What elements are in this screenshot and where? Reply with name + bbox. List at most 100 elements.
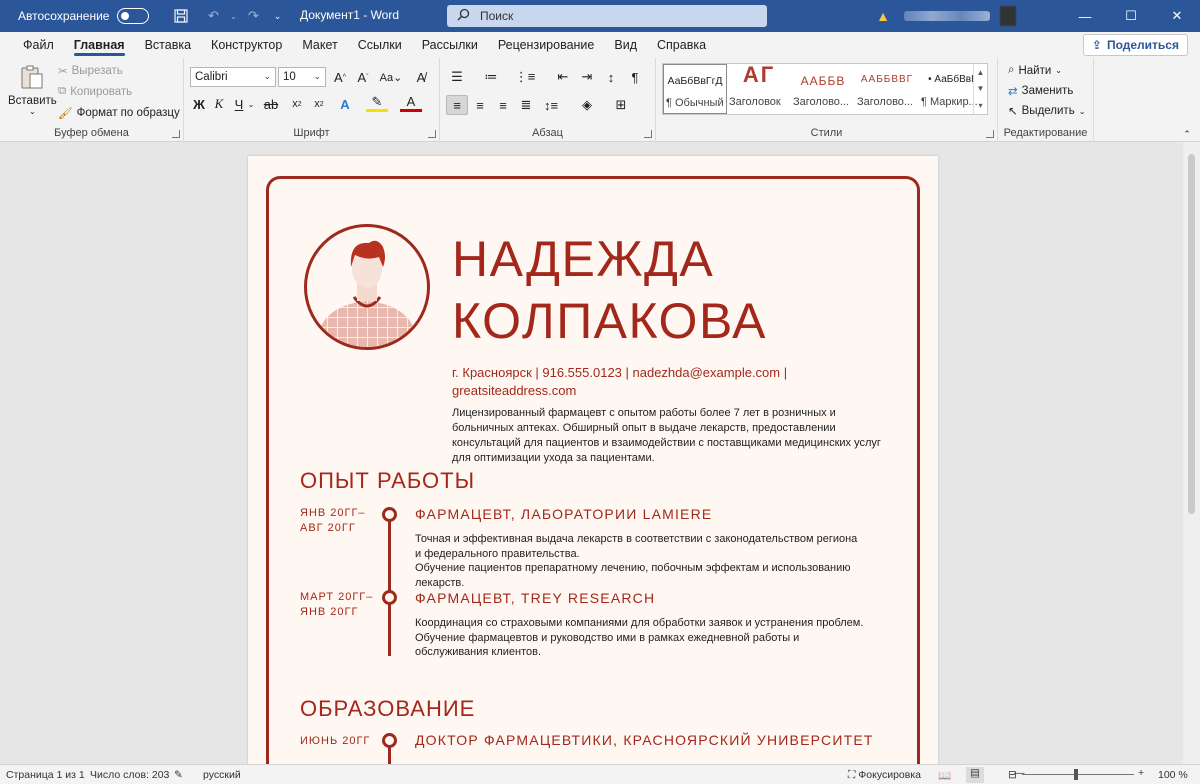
customize-toolbar-icon[interactable]: ⌄ — [269, 8, 285, 24]
tab-mailings[interactable]: Рассылки — [412, 32, 488, 58]
find-button[interactable]: ⌕ Найти ⌄ — [1008, 64, 1062, 77]
avatar[interactable] — [1000, 6, 1016, 26]
close-button[interactable]: ✕ — [1154, 0, 1200, 32]
highlight-icon[interactable]: ✎ — [366, 94, 388, 112]
page-count[interactable]: Страница 1 из 1 — [6, 769, 85, 781]
zoom-slider[interactable] — [1022, 774, 1134, 775]
collapse-ribbon-icon[interactable]: ⌃ — [1176, 124, 1198, 144]
resume-summary[interactable]: Лицензированный фармацевт с опытом работ… — [452, 406, 892, 466]
more-icon[interactable]: ▾ — [978, 101, 982, 110]
search-box[interactable] — [447, 5, 767, 27]
align-left-icon[interactable]: ≡ — [446, 95, 468, 115]
tab-review[interactable]: Рецензирование — [488, 32, 605, 58]
share-button[interactable]: ⇪ Поделиться — [1082, 34, 1188, 56]
subscript-icon[interactable]: x2 — [286, 94, 308, 114]
italic-icon[interactable]: К — [208, 94, 230, 114]
font-color-icon[interactable]: A — [400, 94, 422, 112]
shrink-font-icon[interactable]: Aˇ — [352, 67, 374, 87]
style-normal[interactable]: АаБбВвГгД ¶ Обычный — [663, 64, 727, 114]
proofing-icon[interactable]: ✎ — [174, 769, 183, 781]
scrollbar-thumb[interactable] — [1188, 154, 1195, 514]
paragraph-launcher-icon[interactable] — [644, 130, 652, 138]
strikethrough-icon[interactable]: ab — [260, 94, 282, 114]
bold-icon[interactable]: Ж — [188, 94, 210, 114]
tab-view[interactable]: Вид — [604, 32, 647, 58]
tab-insert[interactable]: Вставка — [135, 32, 201, 58]
format-painter-button[interactable]: 🖌 Формат по образцу — [58, 106, 180, 120]
autosave-toggle[interactable] — [117, 8, 150, 24]
chevron-down-icon[interactable]: ▼ — [977, 84, 985, 93]
grow-font-icon[interactable]: A ^ — [329, 67, 351, 87]
font-size-combo[interactable]: 10 ⌄ — [278, 67, 326, 87]
tab-help[interactable]: Справка — [647, 32, 716, 58]
job-description[interactable]: Координация со страховыми компаниями для… — [415, 616, 865, 660]
sort-icon[interactable]: ↕ — [600, 67, 622, 87]
zoom-slider-thumb[interactable] — [1074, 769, 1078, 780]
education-heading[interactable]: ОБРАЗОВАНИЕ — [300, 696, 475, 722]
warning-icon[interactable]: ▲ — [876, 8, 890, 24]
style-title[interactable]: АГ Заголовок — [727, 62, 791, 114]
bullets-icon[interactable]: ☰ — [446, 67, 468, 87]
underline-dropdown-icon[interactable]: ⌄ — [246, 94, 256, 114]
font-launcher-icon[interactable] — [428, 130, 436, 138]
increase-indent-icon[interactable]: ⇥ — [576, 67, 598, 87]
document-canvas[interactable]: НАДЕЖДА КОЛПАКОВА г. Красноярск | 916.55… — [0, 142, 1200, 764]
education-title[interactable]: ДОКТОР ФАРМАЦЕВТИКИ, КРАСНОЯРСКИЙ УНИВЕР… — [415, 732, 874, 748]
tab-references[interactable]: Ссылки — [348, 32, 412, 58]
change-case-icon[interactable]: Aa⌄ — [380, 67, 403, 87]
gallery-scroll[interactable]: ▲ ▼ ▾ — [973, 64, 987, 114]
user-name-blurred[interactable] — [904, 11, 990, 21]
align-right-icon[interactable]: ≡ — [492, 95, 514, 115]
zoom-minus-icon[interactable]: — — [1014, 767, 1025, 779]
minimize-button[interactable]: — — [1062, 0, 1108, 32]
clear-formatting-icon[interactable]: A̸ — [410, 67, 432, 87]
clipboard-launcher-icon[interactable] — [172, 130, 180, 138]
justify-icon[interactable]: ≣ — [515, 95, 537, 115]
zoom-plus-icon[interactable]: + — [1138, 767, 1144, 779]
borders-icon[interactable]: ⊞ — [610, 95, 632, 115]
print-layout-icon[interactable]: ▤ — [966, 767, 984, 783]
cut-button[interactable]: ✂ Вырезать — [58, 64, 123, 78]
font-name-combo[interactable]: Calibri ⌄ — [190, 67, 276, 87]
focus-button[interactable]: ⛶ Фокусировка — [848, 769, 921, 782]
numbering-icon[interactable]: ≔ — [480, 67, 502, 87]
resume-name[interactable]: НАДЕЖДА КОЛПАКОВА — [452, 228, 767, 352]
decrease-indent-icon[interactable]: ⇤ — [552, 67, 574, 87]
read-mode-icon[interactable]: 📖 — [938, 769, 951, 782]
select-button[interactable]: ↖ Выделить ⌄ — [1008, 104, 1085, 118]
pilcrow-icon[interactable]: ¶ — [624, 67, 646, 87]
word-count[interactable]: Число слов: 203 — [90, 769, 169, 781]
superscript-icon[interactable]: x2 — [308, 94, 330, 114]
document-page[interactable]: НАДЕЖДА КОЛПАКОВА г. Красноярск | 916.55… — [248, 156, 938, 764]
zoom-level[interactable]: 100 % — [1158, 769, 1188, 781]
resume-contact[interactable]: г. Красноярск | 916.555.0123 | nadezhda@… — [452, 364, 812, 400]
language[interactable]: русский — [203, 769, 241, 781]
copy-button[interactable]: ⧉ Копировать — [58, 85, 132, 98]
chevron-up-icon[interactable]: ▲ — [977, 68, 985, 77]
multilevel-list-icon[interactable]: ⋮≡ — [514, 67, 536, 87]
shading-icon[interactable]: ◈ — [576, 95, 598, 115]
job-title[interactable]: ФАРМАЦЕВТ, TREY RESEARCH — [415, 590, 655, 606]
line-spacing-icon[interactable]: ↕≡ — [540, 95, 562, 115]
redo-icon[interactable]: ↷ — [245, 8, 261, 24]
job-title[interactable]: ФАРМАЦЕВТ, ЛАБОРАТОРИИ LAMIERE — [415, 506, 712, 522]
style-heading2[interactable]: ААББВВГ Заголово... — [855, 64, 919, 114]
replace-button[interactable]: ⇄ Заменить — [1008, 84, 1073, 98]
text-effects-icon[interactable]: A — [334, 94, 356, 114]
undo-icon[interactable]: ↶ — [205, 8, 221, 24]
undo-dropdown-icon[interactable]: ⌄ — [229, 8, 237, 24]
style-heading1[interactable]: ААББВ Заголово... — [791, 64, 855, 114]
search-input[interactable] — [480, 9, 740, 23]
tab-home[interactable]: Главная — [64, 32, 135, 58]
experience-heading[interactable]: ОПЫТ РАБОТЫ — [300, 468, 475, 494]
job-description[interactable]: Точная и эффективная выдача лекарств в с… — [415, 532, 865, 590]
maximize-button[interactable]: ☐ — [1108, 0, 1154, 32]
paste-button[interactable]: Вставить ⌄ — [8, 64, 57, 116]
save-icon[interactable] — [173, 8, 189, 24]
styles-launcher-icon[interactable] — [986, 130, 994, 138]
tab-design[interactable]: Конструктор — [201, 32, 292, 58]
tab-layout[interactable]: Макет — [292, 32, 347, 58]
align-center-icon[interactable]: ≡ — [469, 95, 491, 115]
tab-file[interactable]: Файл — [13, 32, 64, 58]
vertical-scrollbar[interactable] — [1183, 142, 1200, 764]
